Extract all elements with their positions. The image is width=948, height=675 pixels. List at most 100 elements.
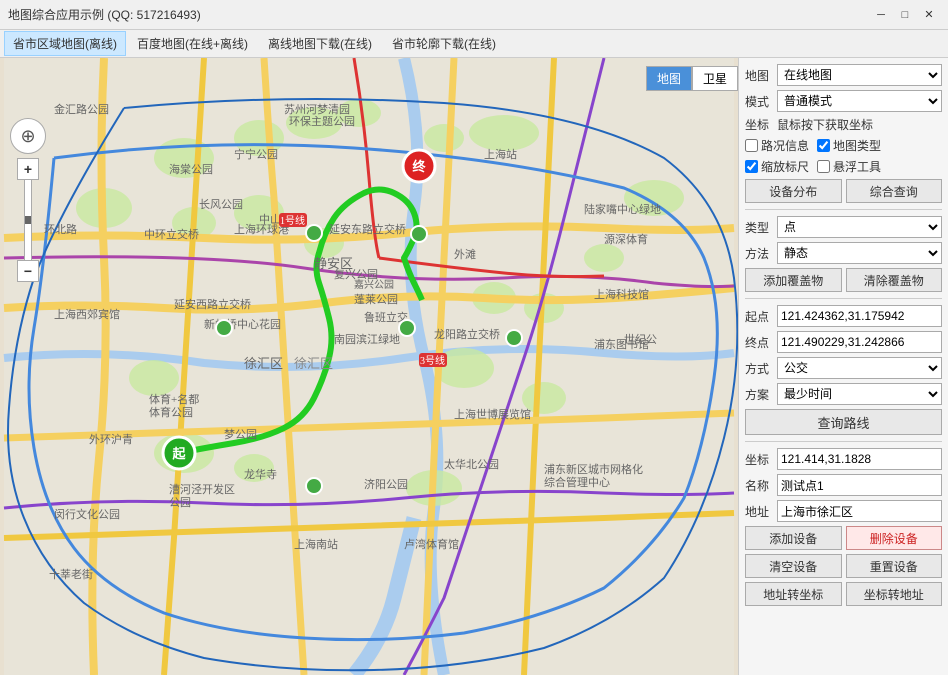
svg-text:公园: 公园 (169, 496, 191, 509)
cover-buttons-row: 添加覆盖物 清除覆盖物 (745, 268, 942, 292)
add-cover-button[interactable]: 添加覆盖物 (745, 268, 842, 292)
type-select[interactable]: 点 线 面 (777, 216, 942, 238)
map-area[interactable]: 静安区 徐汇区 外滩 浦东图书馆 上海西郊宾馆 环北路 体育+名都 体育公园 外… (0, 58, 738, 675)
method-label: 方法 (745, 245, 773, 262)
svg-text:上海世博展览馆: 上海世博展览馆 (454, 407, 531, 421)
svg-text:徐汇区: 徐汇区 (294, 356, 333, 371)
svg-text:浦东新区城市网格化: 浦东新区城市网格化 (544, 462, 643, 476)
svg-text:闵行文化公园: 闵行文化公园 (54, 507, 120, 521)
svg-text:外环沪青: 外环沪青 (89, 432, 133, 446)
coord-input-label: 坐标 (745, 451, 773, 468)
svg-text:梦公园: 梦公园 (224, 428, 257, 441)
svg-text:体育+名都: 体育+名都 (149, 392, 199, 406)
zoom-out-button[interactable]: − (17, 260, 39, 282)
checkbox-row-1: 路况信息 地图类型 (745, 137, 942, 154)
close-button[interactable]: ✕ (918, 4, 940, 26)
maximize-button[interactable]: □ (894, 4, 916, 26)
map-select[interactable]: 在线地图 (777, 64, 942, 86)
menu-item-offline-map[interactable]: 省市区域地图(离线) (4, 31, 126, 56)
coord-input[interactable] (777, 448, 942, 470)
svg-text:3号线: 3号线 (420, 354, 445, 367)
road-info-checkbox-label[interactable]: 路况信息 (745, 137, 809, 154)
compass-button[interactable]: ⊕ (10, 118, 46, 154)
compound-query-button[interactable]: 综合查询 (846, 179, 943, 203)
divider-2 (745, 298, 942, 299)
map-zoom-controls: ⊕ + − (10, 118, 46, 282)
device-dist-button[interactable]: 设备分布 (745, 179, 842, 203)
clear-device-button[interactable]: 清空设备 (745, 554, 842, 578)
svg-text:起: 起 (171, 446, 186, 461)
add-delete-device-row: 添加设备 删除设备 (745, 526, 942, 550)
coord-hint-row: 坐标 鼠标按下获取坐标 (745, 116, 942, 133)
start-input[interactable] (777, 305, 942, 327)
map-type-buttons: 地图 卫星 (646, 66, 738, 91)
svg-text:南园滨江绿地: 南园滨江绿地 (334, 332, 400, 346)
coord-label: 坐标 (745, 116, 773, 133)
end-input[interactable] (777, 331, 942, 353)
addr-to-coord-button[interactable]: 地址转坐标 (745, 582, 842, 606)
menu-item-download-map[interactable]: 离线地图下载(在线) (259, 31, 381, 56)
zoom-scale-checkbox[interactable] (745, 160, 758, 173)
reset-device-button[interactable]: 重置设备 (846, 554, 943, 578)
menu-bar: 省市区域地图(离线) 百度地图(在线+离线) 离线地图下载(在线) 省市轮廓下载… (0, 30, 948, 58)
address-label: 地址 (745, 503, 773, 520)
way-select[interactable]: 公交 驾车 步行 骑行 (777, 357, 942, 379)
coord-to-addr-button[interactable]: 坐标转地址 (846, 582, 943, 606)
road-info-label: 路况信息 (761, 137, 809, 154)
svg-text:上海南站: 上海南站 (294, 537, 338, 551)
zoom-slider[interactable] (24, 180, 32, 260)
svg-text:卢湾体育馆: 卢湾体育馆 (404, 537, 459, 551)
map-selector-row: 地图 在线地图 (745, 64, 942, 86)
svg-text:综合管理中心: 综合管理中心 (544, 475, 610, 489)
minimize-button[interactable]: ─ (870, 4, 892, 26)
svg-text:中环立交桥: 中环立交桥 (144, 227, 199, 241)
address-input[interactable] (777, 500, 942, 522)
coord-hint: 鼠标按下获取坐标 (777, 116, 873, 133)
plan-select[interactable]: 最少时间 最少换乘 最少步行 (777, 383, 942, 405)
window-controls: ─ □ ✕ (870, 4, 940, 26)
mode-select[interactable]: 普通模式 (777, 90, 942, 112)
method-selector-row: 方法 静态 动态 (745, 242, 942, 264)
svg-text:环保主题公园: 环保主题公园 (289, 114, 355, 128)
query-route-button[interactable]: 查询路线 (745, 409, 942, 435)
type-selector-row: 类型 点 线 面 (745, 216, 942, 238)
svg-text:上海科技馆: 上海科技馆 (594, 287, 649, 301)
map-svg: 静安区 徐汇区 外滩 浦东图书馆 上海西郊宾馆 环北路 体育+名都 体育公园 外… (0, 58, 738, 675)
float-tool-checkbox-label[interactable]: 悬浮工具 (817, 158, 881, 175)
menu-item-baidu-map[interactable]: 百度地图(在线+离线) (128, 31, 257, 56)
way-selector-row: 方式 公交 驾车 步行 骑行 (745, 357, 942, 379)
zoom-in-button[interactable]: + (17, 158, 39, 180)
svg-text:陆家嘴中心绿地: 陆家嘴中心绿地 (584, 202, 661, 216)
zoom-scale-checkbox-label[interactable]: 缩放标尺 (745, 158, 809, 175)
add-device-button[interactable]: 添加设备 (745, 526, 842, 550)
map-type-label: 地图类型 (833, 137, 881, 154)
name-input-row: 名称 (745, 474, 942, 496)
menu-item-province-outline[interactable]: 省市轮廓下载(在线) (383, 31, 505, 56)
name-input[interactable] (777, 474, 942, 496)
svg-text:上海西郊宾馆: 上海西郊宾馆 (54, 307, 120, 321)
float-tool-label: 悬浮工具 (833, 158, 881, 175)
float-tool-checkbox[interactable] (817, 160, 830, 173)
map-type-map-button[interactable]: 地图 (646, 66, 692, 91)
svg-text:长风公园: 长风公园 (199, 198, 243, 211)
zoom-scale-label: 缩放标尺 (761, 158, 809, 175)
map-type-checkbox[interactable] (817, 139, 830, 152)
svg-text:十莘老街: 十莘老街 (49, 567, 93, 581)
method-select[interactable]: 静态 动态 (777, 242, 942, 264)
svg-text:延安西路立交桥: 延安西路立交桥 (174, 297, 251, 311)
device-query-row: 设备分布 综合查询 (745, 179, 942, 203)
right-panel: 地图 在线地图 模式 普通模式 坐标 鼠标按下获取坐标 路况信息 地图 (738, 58, 948, 675)
road-info-checkbox[interactable] (745, 139, 758, 152)
clear-reset-device-row: 清空设备 重置设备 (745, 554, 942, 578)
svg-text:上海站: 上海站 (484, 147, 517, 161)
type-label: 类型 (745, 219, 773, 236)
mode-label: 模式 (745, 93, 773, 110)
name-label: 名称 (745, 477, 773, 494)
zoom-thumb[interactable] (25, 216, 31, 224)
divider-3 (745, 441, 942, 442)
clear-cover-button[interactable]: 清除覆盖物 (846, 268, 943, 292)
delete-device-button[interactable]: 删除设备 (846, 526, 943, 550)
map-type-checkbox-label[interactable]: 地图类型 (817, 137, 881, 154)
map-type-satellite-button[interactable]: 卫星 (692, 66, 738, 91)
svg-text:龙华寺: 龙华寺 (244, 467, 277, 481)
